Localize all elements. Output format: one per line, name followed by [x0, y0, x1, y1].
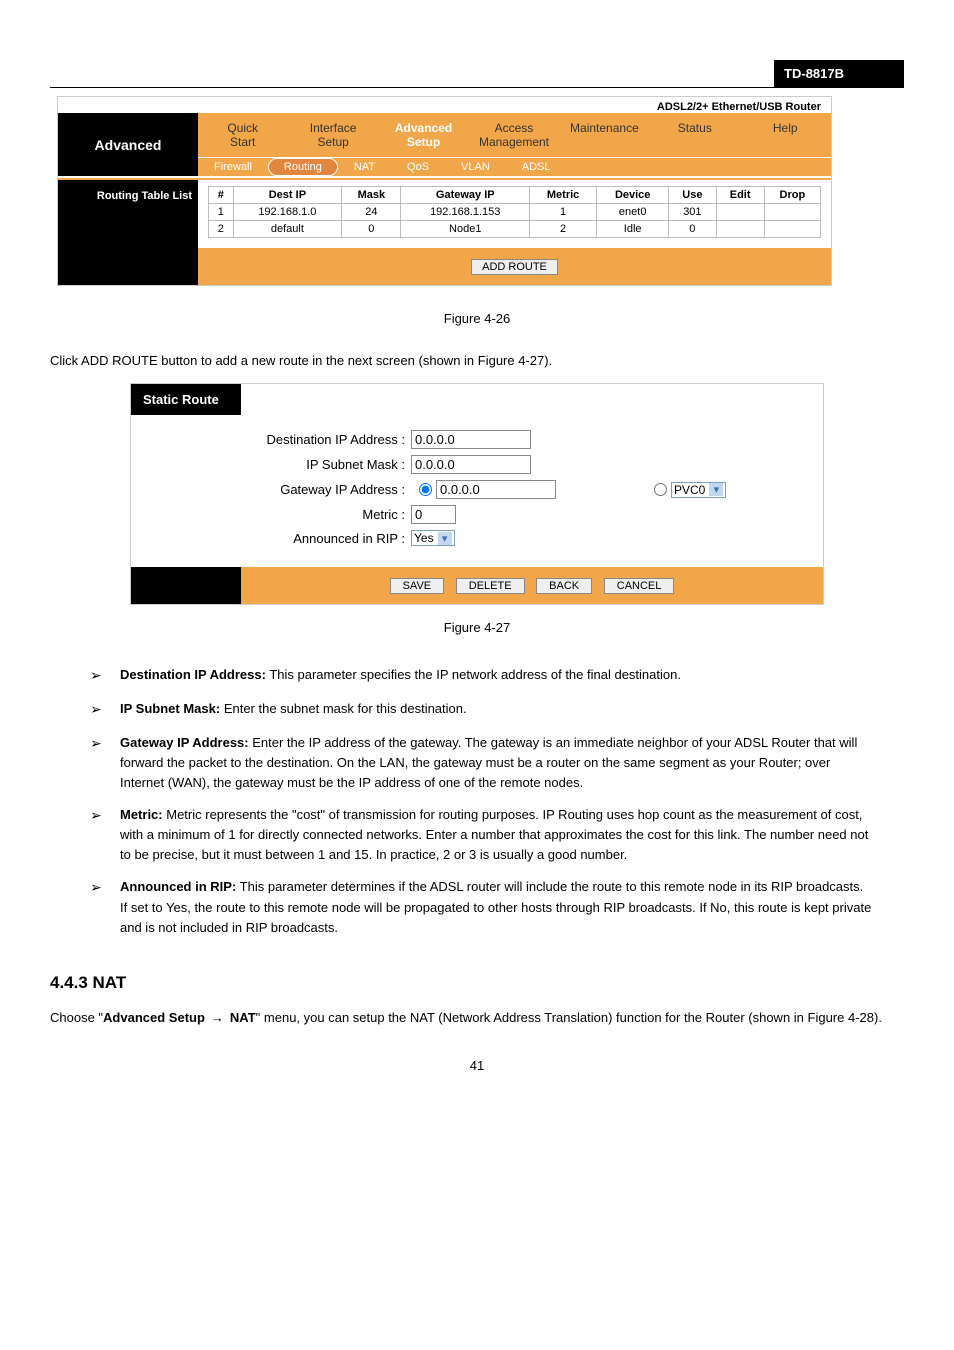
- subnet-mask-label: IP Subnet Mask :: [131, 457, 411, 472]
- bullet-icon: ➢: [90, 699, 120, 721]
- nat-paragraph: Choose "Advanced Setup→NAT" menu, you ca…: [50, 1008, 904, 1028]
- subtab-nat[interactable]: NAT: [338, 158, 391, 176]
- gateway-ip-label: Gateway IP Address :: [131, 482, 411, 497]
- table-row: 2 default 0 Node1 2 Idle 0: [209, 221, 821, 238]
- figure-4-27-caption: Figure 4-27: [50, 620, 904, 635]
- gateway-ip-radio[interactable]: [419, 483, 432, 496]
- announced-rip-select[interactable]: Yes▾: [411, 530, 455, 546]
- gateway-ip-input[interactable]: [436, 480, 556, 499]
- pvc-select[interactable]: PVC0▾: [671, 482, 726, 498]
- back-button[interactable]: BACK: [536, 578, 592, 594]
- subtab-routing[interactable]: Routing: [268, 158, 338, 176]
- list-item: ➢ Metric: Metric represents the "cost" o…: [90, 805, 904, 865]
- list-item: ➢ IP Subnet Mask: Enter the subnet mask …: [90, 699, 904, 721]
- chevron-down-icon: ▾: [438, 532, 452, 545]
- save-button[interactable]: SAVE: [390, 578, 445, 594]
- sub-nav: Firewall Routing NAT QoS VLAN ADSL: [198, 157, 831, 176]
- tab-interface-setup[interactable]: InterfaceSetup: [288, 113, 378, 157]
- static-route-title: Static Route: [131, 384, 241, 415]
- list-item: ➢ Destination IP Address: This parameter…: [90, 665, 904, 687]
- bullet-list: ➢ Destination IP Address: This parameter…: [90, 665, 904, 938]
- section-title: Advanced: [58, 113, 198, 176]
- static-route-form-figure: Static Route Destination IP Address : IP…: [130, 383, 824, 605]
- tab-access-management[interactable]: AccessManagement: [469, 113, 559, 157]
- routing-table: # Dest IP Mask Gateway IP Metric Device …: [208, 186, 821, 238]
- add-route-button[interactable]: ADD ROUTE: [471, 259, 558, 275]
- page-number: 41: [50, 1058, 904, 1073]
- subtab-vlan[interactable]: VLAN: [445, 158, 506, 176]
- tab-quick-start[interactable]: QuickStart: [198, 113, 288, 157]
- bullet-icon: ➢: [90, 733, 120, 793]
- bullet-icon: ➢: [90, 665, 120, 687]
- arrow-icon: →: [211, 1008, 224, 1028]
- subtab-firewall[interactable]: Firewall: [198, 158, 268, 176]
- tab-help[interactable]: Help: [741, 113, 831, 157]
- top-nav: QuickStart InterfaceSetup AdvancedSetup …: [198, 113, 831, 157]
- routing-table-list-label: Routing Table List: [58, 180, 198, 248]
- metric-input[interactable]: [411, 505, 456, 524]
- chevron-down-icon: ▾: [709, 483, 723, 496]
- cancel-button[interactable]: CANCEL: [604, 578, 675, 594]
- delete-button[interactable]: DELETE: [456, 578, 525, 594]
- router-ui-figure-4-26: ADSL2/2+ Ethernet/USB Router Advanced Qu…: [57, 96, 832, 286]
- gateway-pvc-radio[interactable]: [654, 483, 667, 496]
- table-header-row: # Dest IP Mask Gateway IP Metric Device …: [209, 187, 821, 204]
- tab-advanced-setup[interactable]: AdvancedSetup: [379, 113, 469, 157]
- subtab-qos[interactable]: QoS: [391, 158, 445, 176]
- bullet-icon: ➢: [90, 805, 120, 865]
- announced-rip-label: Announced in RIP :: [131, 531, 411, 546]
- device-type-label: ADSL2/2+ Ethernet/USB Router: [58, 97, 831, 113]
- model-label: TD-8817B: [774, 60, 904, 87]
- caption1-description: Click ADD ROUTE button to add a new rout…: [50, 351, 904, 371]
- table-row: 1 192.168.1.0 24 192.168.1.153 1 enet0 3…: [209, 204, 821, 221]
- dest-ip-input[interactable]: [411, 430, 531, 449]
- tab-status[interactable]: Status: [650, 113, 740, 157]
- list-item: ➢ Announced in RIP: This parameter deter…: [90, 877, 904, 937]
- figure-4-26-caption: Figure 4-26: [50, 311, 904, 326]
- bullet-icon: ➢: [90, 877, 120, 937]
- nat-heading: 4.4.3 NAT: [50, 973, 904, 993]
- subnet-mask-input[interactable]: [411, 455, 531, 474]
- metric-label: Metric :: [131, 507, 411, 522]
- subtab-adsl[interactable]: ADSL: [506, 158, 567, 176]
- dest-ip-label: Destination IP Address :: [131, 432, 411, 447]
- tab-maintenance[interactable]: Maintenance: [560, 113, 650, 157]
- list-item: ➢ Gateway IP Address: Enter the IP addre…: [90, 733, 904, 793]
- page-header: TD-8817B: [50, 60, 904, 88]
